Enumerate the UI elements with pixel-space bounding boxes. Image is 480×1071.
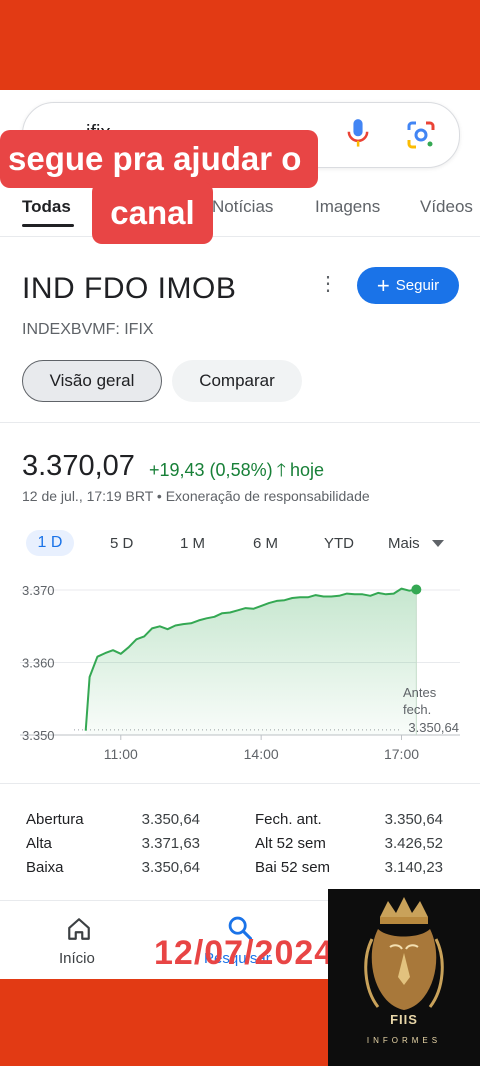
x-tick-label: 17:00 <box>384 746 419 762</box>
x-tick-label: 14:00 <box>244 746 279 762</box>
stat-label-low: Baixa <box>26 859 64 876</box>
current-price: 3.370,07 <box>22 450 135 482</box>
index-title: IND FDO IMOB <box>22 272 237 305</box>
date-overlay: 12/07/2024 <box>154 934 335 972</box>
tab-imagens[interactable]: Imagens <box>315 197 380 217</box>
stat-label-open: Abertura <box>26 811 84 828</box>
stat-value-high: 3.371,63 <box>141 835 200 852</box>
overlay-caption-line1: segue pra ajudar o <box>0 130 318 188</box>
tab-todas[interactable]: Todas <box>22 197 71 217</box>
y-tick-label: 3.360 <box>22 656 55 671</box>
chevron-down-icon[interactable] <box>432 540 444 547</box>
previous-close-label: fech. <box>403 702 431 717</box>
follow-button[interactable]: + Seguir <box>357 267 459 304</box>
disclaimer-link[interactable]: Exoneração de responsabilidade <box>166 488 370 504</box>
change-period: hoje <box>289 460 324 480</box>
range-1m[interactable]: 1 M <box>180 535 205 552</box>
top-red-banner <box>0 0 480 90</box>
tab-videos[interactable]: Vídeos <box>420 197 473 217</box>
stat-value-52w-high: 3.426,52 <box>384 835 443 852</box>
divider <box>0 783 480 784</box>
overlay-caption-line2: canal <box>92 182 213 244</box>
google-lens-icon[interactable] <box>406 120 436 150</box>
home-icon[interactable] <box>66 916 92 942</box>
bullet-separator: • <box>156 488 166 504</box>
stat-value-open: 3.350,64 <box>141 811 200 828</box>
nav-home-label[interactable]: Início <box>59 950 95 967</box>
quote-timestamp: 12 de jul., 17:19 BRT • Exoneração de re… <box>22 488 370 504</box>
y-tick-label: 3.370 <box>22 583 55 598</box>
voice-search-icon[interactable] <box>344 118 372 150</box>
price-change-value: +19,43 (0,58%) <box>149 460 273 480</box>
range-1d[interactable]: 1 D <box>26 530 74 556</box>
stat-label-high: Alta <box>26 835 52 852</box>
chip-overview[interactable]: Visão geral <box>22 360 162 402</box>
ticker-symbol: INDEXBVMF: IFIX <box>22 321 154 338</box>
y-tick-label: 3.350 <box>22 728 55 743</box>
range-5d[interactable]: 5 D <box>110 535 133 552</box>
plus-icon: + <box>376 272 390 298</box>
stat-value-low: 3.350,64 <box>141 859 200 876</box>
price-area <box>85 588 417 735</box>
price-chart[interactable]: 3.370 3.360 3.350 11:00 14:00 17:00 Antes fech.… <box>0 570 480 770</box>
stat-value-prev-close: 3.350,64 <box>384 811 443 828</box>
price-change: +19,43 (0,58%) 🡑 hoje <box>149 458 324 488</box>
stat-value-52w-low: 3.140,23 <box>384 859 443 876</box>
chip-compare[interactable]: Comparar <box>172 360 302 402</box>
divider <box>0 422 480 423</box>
current-price-dot <box>411 584 422 595</box>
stat-label-prev-close: Fech. ant. <box>255 811 322 828</box>
range-6m[interactable]: 6 M <box>253 535 278 552</box>
active-tab-indicator <box>22 224 74 227</box>
stat-label-52w-low: Bai 52 sem <box>255 859 331 876</box>
logo-text: FIIS <box>390 1012 418 1027</box>
range-more[interactable]: Mais <box>388 535 420 552</box>
arrow-up-icon: 🡑 <box>276 460 286 480</box>
stat-label-52w-high: Alt 52 sem <box>255 835 326 852</box>
follow-label: Seguir <box>395 277 440 294</box>
updated-time: 12 de jul., 17:19 BRT <box>22 488 154 504</box>
x-tick-label: 11:00 <box>104 746 138 762</box>
more-options-icon[interactable]: ⋮ <box>318 274 338 294</box>
previous-close-value: 3.350,64 <box>408 720 459 735</box>
tab-noticias[interactable]: Notícias <box>212 197 273 217</box>
previous-close-label: Antes <box>403 685 437 700</box>
range-ytd[interactable]: YTD <box>324 535 354 552</box>
logo-subtext: INFORMES <box>366 1036 442 1045</box>
